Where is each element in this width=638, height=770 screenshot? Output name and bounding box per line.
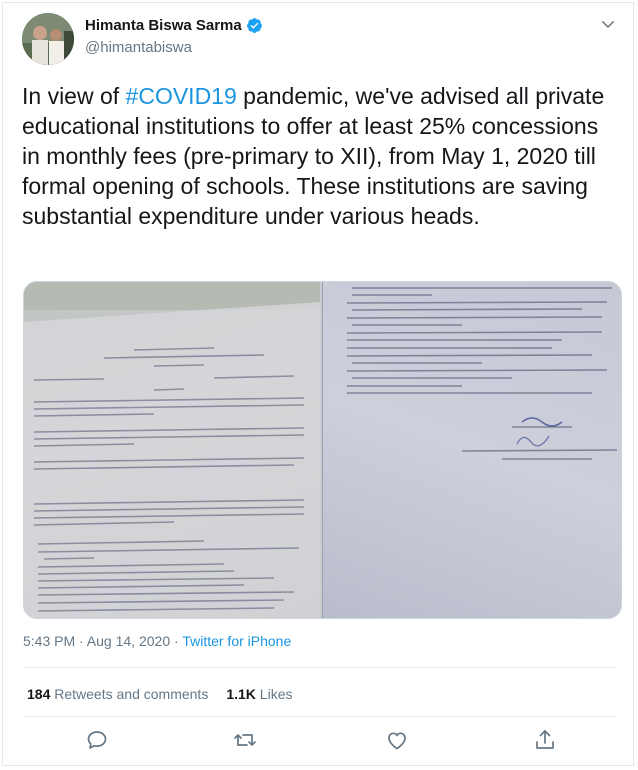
share-icon[interactable]: [533, 728, 557, 752]
likes-label: Likes: [255, 686, 293, 702]
verified-badge-icon: [246, 18, 262, 33]
tweet-stats: 184 Retweets and comments 1.1K Likes: [27, 686, 292, 702]
retweet-icon[interactable]: [233, 728, 257, 752]
document-page-image: [322, 282, 618, 618]
tweet-meta: 5:43 PM · Aug 14, 2020 · Twitter for iPh…: [23, 633, 291, 649]
document-photo-left[interactable]: [24, 282, 320, 618]
heart-icon[interactable]: [385, 728, 409, 752]
source-link[interactable]: Twitter for iPhone: [182, 633, 291, 649]
avatar[interactable]: [22, 13, 74, 65]
hashtag-link[interactable]: #COVID19: [126, 83, 237, 109]
timestamp[interactable]: 5:43 PM · Aug 14, 2020: [23, 633, 170, 649]
document-page-image: [24, 282, 320, 618]
document-photo-right[interactable]: [322, 282, 621, 618]
meta-separator: ·: [170, 633, 183, 649]
divider: [23, 667, 615, 668]
avatar-image: [22, 13, 74, 65]
tweet-media[interactable]: [23, 281, 622, 619]
retweets-label: Retweets and comments: [50, 686, 209, 702]
tweet-card: Himanta Biswa Sarma @himantabiswa In vie…: [2, 2, 634, 766]
tweet-text: In view of #COVID19 pandemic, we've advi…: [22, 81, 622, 231]
likes-count: 1.1K: [226, 686, 256, 702]
author-name-row[interactable]: Himanta Biswa Sarma: [85, 17, 263, 34]
display-name[interactable]: Himanta Biswa Sarma: [85, 17, 242, 34]
tweet-text-before: In view of: [22, 83, 126, 109]
retweets-stat[interactable]: 184 Retweets and comments: [27, 686, 208, 702]
divider: [23, 716, 615, 717]
likes-stat[interactable]: 1.1K Likes: [226, 686, 292, 702]
retweets-count: 184: [27, 686, 51, 702]
chevron-down-icon[interactable]: [599, 15, 617, 33]
reply-icon[interactable]: [85, 728, 109, 752]
user-handle[interactable]: @himantabiswa: [85, 39, 192, 56]
action-bar: [3, 728, 635, 758]
